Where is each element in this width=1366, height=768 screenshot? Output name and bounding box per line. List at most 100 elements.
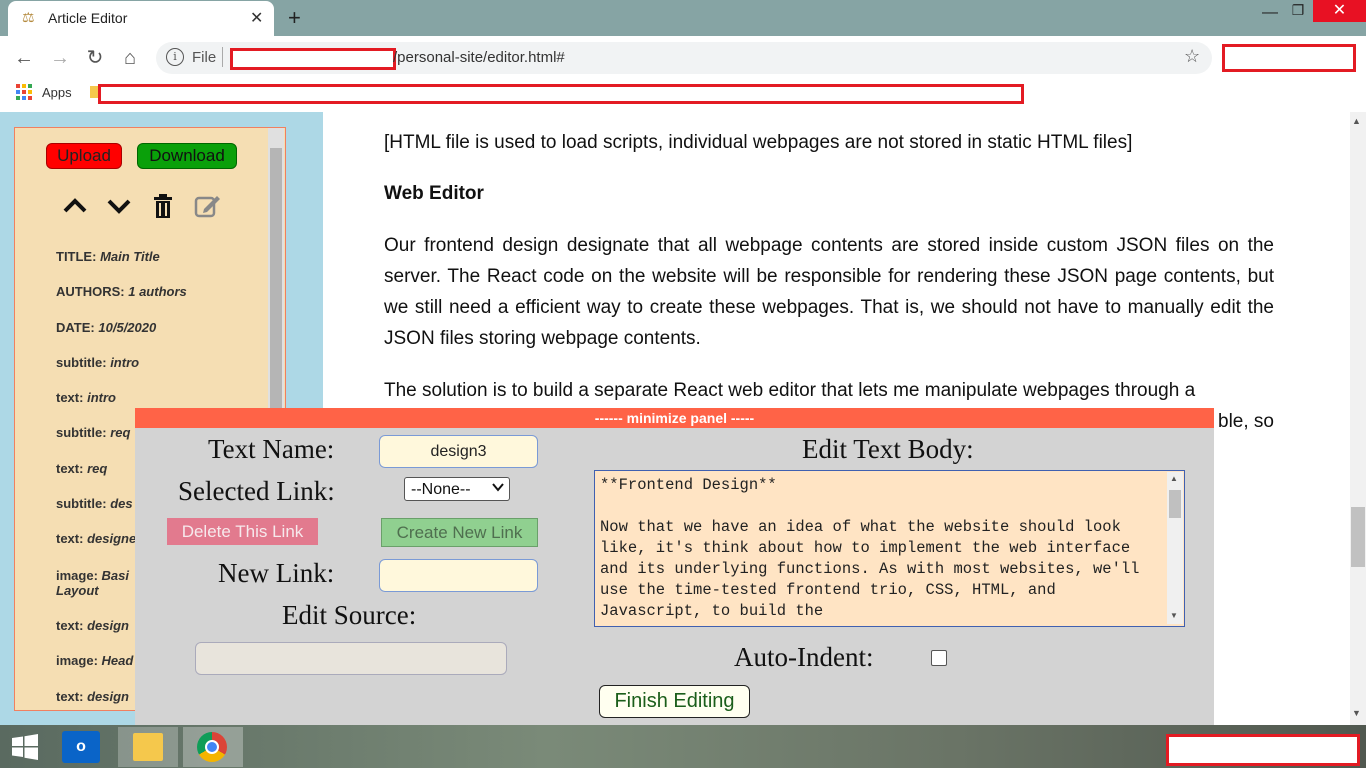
edit-body-label: Edit Text Body: (802, 434, 974, 464)
sidebar-item-value: designe (87, 531, 137, 546)
article-paragraph-3: The solution is to build a separate Reac… (384, 380, 1196, 401)
create-link-button[interactable]: Create New Link (381, 518, 538, 547)
sidebar-item-image-basic[interactable]: image: Basi (56, 568, 140, 583)
article-paragraph-1: [HTML file is used to load scripts, indi… (384, 132, 1133, 153)
sidebar-item-authors[interactable]: AUTHORS: 1 authors (56, 284, 206, 299)
edit-source-input[interactable] (195, 642, 507, 675)
chrome-icon-center (205, 740, 219, 754)
sidebar-item-key: subtitle: (56, 355, 107, 370)
sidebar-item-value: Head (101, 653, 134, 668)
redacted-clock-box (1166, 734, 1360, 766)
sidebar-item-key: DATE: (56, 320, 95, 335)
upload-button[interactable]: Upload (46, 143, 122, 169)
chevron-down-icon (492, 483, 504, 492)
url-text[interactable]: /personal-site/editor.html# (393, 49, 565, 66)
sidebar-item-text-intro[interactable]: text: intro (56, 390, 176, 405)
sidebar-item-text-req[interactable]: text: req (56, 461, 140, 476)
sidebar-item-key: text: (56, 390, 84, 405)
selected-link-label: Selected Link: (178, 476, 335, 506)
download-button[interactable]: Download (137, 143, 237, 169)
scales-icon: ⚖ (22, 10, 35, 26)
folder-icon (133, 733, 163, 761)
sidebar-item-title[interactable]: TITLE: Main Title (56, 249, 176, 264)
redacted-bookmarks-box (98, 84, 1024, 104)
sidebar-item-text-design[interactable]: text: designe (56, 531, 140, 546)
sidebar-item-subtitle-design[interactable]: subtitle: des (56, 496, 140, 511)
maximize-window-icon[interactable]: ❐ (1286, 2, 1310, 22)
redacted-profile-box (1222, 44, 1356, 72)
forward-icon[interactable]: → (46, 44, 74, 72)
sidebar-item-value: Basi (101, 568, 129, 583)
close-tab-icon[interactable]: ✕ (250, 8, 263, 28)
minimize-panel-bar[interactable]: ------ minimize panel ----- (135, 408, 1214, 428)
redacted-url-box (230, 48, 396, 70)
sidebar-item-subtitle-req[interactable]: subtitle: req (56, 425, 140, 440)
text-name-input[interactable]: design3 (379, 435, 538, 468)
sidebar-item-value: 1 authors (128, 284, 187, 299)
sidebar-item-value: design (87, 618, 129, 633)
chevron-down-icon[interactable] (105, 192, 133, 220)
text-body-textarea[interactable]: **Frontend Design** Now that we have an … (594, 470, 1185, 627)
apps-grid-icon[interactable] (16, 84, 32, 100)
sidebar-item-key: image: (56, 653, 98, 668)
sidebar-item-key: image: (56, 568, 98, 583)
sidebar-item-text-design-2[interactable]: text: design (56, 618, 140, 633)
sidebar-item-value: req (110, 425, 131, 440)
article-heading: Web Editor (384, 183, 484, 204)
textarea-scroll-up-icon[interactable]: ▲ (1170, 474, 1178, 483)
sidebar-item-value: 10/5/2020 (98, 320, 157, 335)
info-icon[interactable]: i (166, 48, 184, 66)
edit-icon[interactable] (193, 192, 221, 220)
url-separator (222, 47, 223, 67)
sidebar-item-image-basic-cont[interactable]: Layout (56, 583, 140, 598)
sidebar-item-value: req (87, 461, 108, 476)
edit-source-label: Edit Source: (282, 600, 417, 630)
sidebar-item-value: intro (87, 390, 116, 405)
sidebar-item-subtitle-intro[interactable]: subtitle: intro (56, 355, 176, 370)
apps-label[interactable]: Apps (42, 85, 72, 100)
sidebar-item-value: Layout (56, 583, 99, 598)
auto-indent-checkbox[interactable] (931, 650, 947, 666)
textarea-scroll-down-icon[interactable]: ▼ (1170, 611, 1178, 620)
tab-title: Article Editor (48, 10, 128, 26)
page-scrollbar[interactable] (1350, 112, 1366, 725)
sidebar-item-value: intro (110, 355, 140, 370)
sidebar-item-key: text: (56, 689, 84, 704)
sidebar-item-key: text: (56, 531, 84, 546)
back-icon[interactable]: ← (10, 44, 38, 72)
article-paragraph-3-tail: ble, so (1218, 411, 1274, 432)
sidebar-item-key: text: (56, 461, 84, 476)
trash-icon[interactable] (149, 192, 177, 220)
sidebar-item-date[interactable]: DATE: 10/5/2020 (56, 320, 176, 335)
sidebar-item-key: subtitle: (56, 425, 107, 440)
chevron-up-icon[interactable] (61, 192, 89, 220)
outlook-icon[interactable]: o (62, 731, 100, 763)
sidebar-item-key: subtitle: (56, 496, 107, 511)
text-body-content[interactable]: **Frontend Design** Now that we have an … (600, 475, 1160, 622)
windows-start-icon[interactable] (12, 734, 38, 760)
scroll-up-icon[interactable]: ▲ (1352, 116, 1361, 126)
sidebar-item-key: TITLE: (56, 249, 97, 264)
sidebar-scrollbar-thumb[interactable] (270, 148, 282, 448)
page-scrollbar-thumb[interactable] (1351, 507, 1365, 567)
reload-icon[interactable]: ↻ (81, 44, 109, 72)
new-link-input[interactable] (379, 559, 538, 592)
sidebar-item-text-design-3[interactable]: text: design (56, 689, 140, 704)
textarea-scrollbar-thumb[interactable] (1169, 490, 1181, 518)
new-link-label: New Link: (218, 558, 335, 588)
sidebar-item-value: Main Title (100, 249, 160, 264)
sidebar-item-key: AUTHORS: (56, 284, 125, 299)
article-paragraph-2: Our frontend design designate that all w… (384, 235, 1274, 349)
close-window-icon[interactable]: ✕ (1313, 0, 1366, 22)
bookmark-star-icon[interactable]: ☆ (1184, 46, 1200, 67)
finish-editing-button[interactable]: Finish Editing (599, 685, 750, 718)
new-tab-icon[interactable]: + (288, 5, 301, 31)
home-icon[interactable]: ⌂ (116, 44, 144, 72)
delete-link-button[interactable]: Delete This Link (167, 518, 318, 545)
scroll-down-icon[interactable]: ▼ (1352, 708, 1361, 718)
sidebar-item-image-head[interactable]: image: Head (56, 653, 140, 668)
sidebar-item-value: design (87, 689, 129, 704)
auto-indent-label: Auto-Indent: (734, 642, 874, 672)
text-name-label: Text Name: (208, 434, 335, 464)
minimize-window-icon[interactable]: — (1258, 4, 1282, 24)
